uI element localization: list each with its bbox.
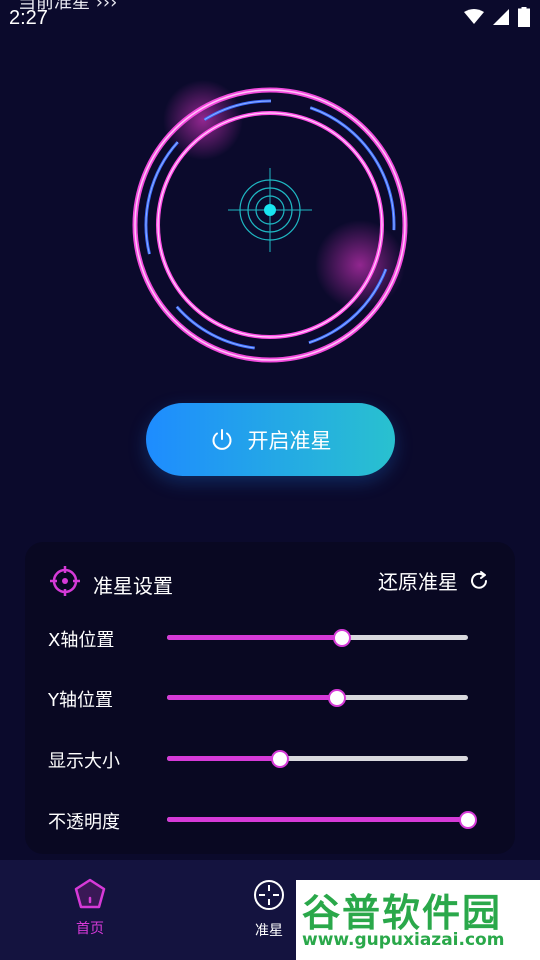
x-position-slider[interactable] <box>167 629 468 647</box>
power-icon <box>212 428 231 450</box>
display-size-slider[interactable] <box>167 750 468 768</box>
y-position-slider-row: Y轴位置 <box>25 678 515 718</box>
nav-item-home[interactable]: 首页 <box>45 878 135 938</box>
settings-header: 准星设置 还原准星 <box>25 542 515 622</box>
status-time: 2:27 <box>9 7 48 29</box>
x-position-slider-row: X轴位置 <box>25 618 515 658</box>
slider-fill <box>167 695 338 700</box>
battery-icon <box>518 7 530 27</box>
crosshair-icon <box>254 880 284 910</box>
reset-crosshair-label: 还原准星 <box>378 570 458 594</box>
watermark-url: www.gupuxiazai.com <box>302 930 505 950</box>
slider-fill <box>167 817 468 822</box>
slider-fill <box>167 756 280 761</box>
y-position-slider[interactable] <box>167 689 468 707</box>
watermark-logo: 谷普软件园 www.gupuxiazai.com <box>296 880 540 960</box>
opacity-slider-row: 不透明度 <box>25 800 515 840</box>
slider-label: 不透明度 <box>48 812 120 833</box>
watermark-logo-text: 谷普软件园 <box>302 891 503 935</box>
display-size-slider-row: 显示大小 <box>25 739 515 779</box>
slider-thumb[interactable] <box>270 750 289 768</box>
start-crosshair-button[interactable]: 开启准星 <box>146 403 395 476</box>
slider-thumb[interactable] <box>459 811 477 829</box>
slider-label: 显示大小 <box>48 751 120 772</box>
target-reticle <box>228 168 312 252</box>
slider-fill <box>167 635 342 640</box>
status-bar: 当前准星 ››› 2:27 <box>0 0 540 34</box>
wifi-icon <box>464 9 484 24</box>
crosshair-settings-card: 准星设置 还原准星 X轴位置 Y轴位置 显示大小 不透明度 <box>25 542 515 854</box>
slider-label: Y轴位置 <box>48 690 113 711</box>
start-crosshair-label: 开启准星 <box>247 428 332 453</box>
signal-icon <box>493 9 509 25</box>
crosshair-dial <box>132 80 408 363</box>
slider-label: X轴位置 <box>48 630 115 651</box>
opacity-slider[interactable] <box>167 811 477 829</box>
slider-thumb[interactable] <box>328 689 347 707</box>
settings-title: 准星设置 <box>93 574 173 598</box>
refresh-icon <box>471 570 487 589</box>
nav-label-home: 首页 <box>76 921 104 937</box>
slider-thumb[interactable] <box>332 629 351 647</box>
reset-crosshair-button[interactable]: 还原准星 <box>378 566 490 595</box>
status-icons <box>464 7 530 27</box>
crosshair-settings-icon <box>50 566 80 596</box>
home-icon <box>74 878 106 909</box>
